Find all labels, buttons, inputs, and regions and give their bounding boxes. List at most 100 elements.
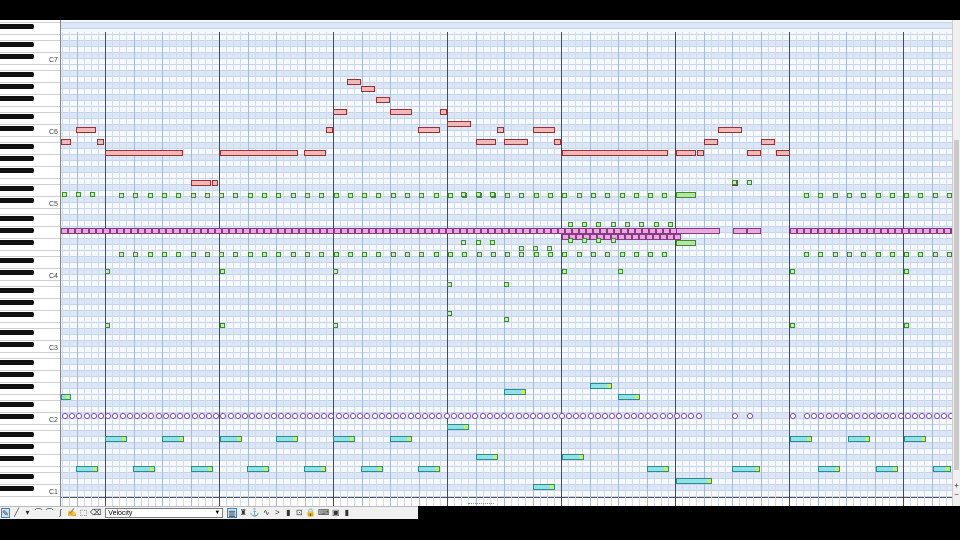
chord-note[interactable] [476,240,481,245]
chord-note[interactable] [105,269,110,274]
drum-hit[interactable] [832,413,839,419]
chord-note[interactable] [220,323,225,328]
pad-note[interactable] [285,228,292,234]
drum-hit[interactable] [868,413,875,419]
melody-note[interactable] [390,109,412,115]
pad-note[interactable] [341,228,348,234]
drum-hit[interactable] [191,413,198,419]
piano-black-key[interactable] [0,359,34,365]
chord-note[interactable] [676,192,696,198]
bass-note[interactable] [647,466,669,472]
chord-note[interactable] [304,193,310,198]
melody-note[interactable] [326,127,333,133]
chord-note[interactable] [548,252,553,257]
drum-hit[interactable] [515,413,522,419]
piano-white-key[interactable] [0,89,60,95]
pad-note[interactable] [68,228,75,234]
chord-note[interactable] [605,252,611,257]
pad-note[interactable] [930,228,937,234]
drum-hit[interactable] [840,413,846,419]
piano-white-key[interactable] [0,191,60,197]
piano-white-key[interactable] [0,161,60,167]
pad-note[interactable] [271,228,278,234]
melody-note[interactable] [376,97,390,103]
piano-black-key[interactable] [0,269,34,275]
piano-white-key[interactable] [0,317,60,323]
vertical-scroll-thumb[interactable] [954,140,959,470]
pad-note[interactable] [110,228,117,234]
drum-hit[interactable] [659,413,666,419]
chord-note[interactable] [504,317,509,322]
chord-note[interactable] [419,252,425,257]
chord-note[interactable] [932,252,938,257]
bass-note[interactable] [133,466,155,472]
drum-hit[interactable] [940,413,947,419]
piano-white-key[interactable] [0,281,60,287]
chord-note[interactable] [376,252,382,257]
chord-note[interactable] [447,193,453,198]
chord-note[interactable] [405,193,410,198]
pad-note[interactable] [909,228,916,234]
drum-hit[interactable] [162,413,169,419]
drum-hit[interactable] [170,413,176,419]
pad-note[interactable] [208,228,215,234]
chord-note[interactable] [832,252,838,257]
chord-note[interactable] [846,193,852,198]
pad-note[interactable] [334,228,341,234]
chord-note[interactable] [504,282,509,287]
chord-note[interactable] [576,193,582,198]
chord-note[interactable] [219,193,225,198]
pad-note[interactable] [376,228,383,234]
freehand-tool-icon[interactable]: ✍ [67,508,77,518]
piano-white-key[interactable] [0,251,60,257]
bass-note[interactable] [247,466,269,472]
scroll-icon[interactable]: ▮ [342,508,351,518]
chord-note[interactable] [362,193,368,198]
piano-white-key[interactable] [0,407,60,413]
piano-black-key[interactable] [0,413,34,419]
chord-note[interactable] [290,193,296,198]
piano-black-key[interactable] [0,257,34,263]
drum-hit[interactable] [119,413,126,419]
chord-note[interactable] [419,193,425,198]
pad-note[interactable] [888,228,895,234]
chord-note[interactable] [662,252,668,257]
chord-note[interactable] [219,252,225,257]
chord-note[interactable] [276,252,282,257]
drum-hit[interactable] [666,413,673,419]
chord-note[interactable] [918,193,924,198]
chord-note[interactable] [290,252,296,257]
chord-note[interactable] [133,252,139,257]
drum-hit[interactable] [98,413,104,419]
drum-hit[interactable] [90,413,97,419]
select-tool-icon[interactable]: ⬚ [79,508,88,518]
bass-note[interactable] [533,484,555,490]
piano-black-key[interactable] [0,83,34,89]
chord-note[interactable] [319,252,325,257]
melody-note[interactable] [747,150,761,156]
piano-white-key[interactable] [0,467,60,473]
lock-icon[interactable]: 🔒 [306,508,316,518]
chord-note[interactable] [519,246,524,251]
pad-note[interactable] [82,228,89,234]
chord-note[interactable] [562,269,567,274]
chord-note[interactable] [596,222,601,227]
bass-note[interactable] [732,466,760,472]
pad-note[interactable] [632,234,639,240]
bass-note[interactable] [790,436,812,442]
pad-note[interactable] [474,228,481,234]
piano-black-key[interactable] [0,113,34,119]
piano-black-key[interactable] [0,71,34,77]
chord-note[interactable] [568,222,573,227]
chord-note[interactable] [790,269,795,274]
pad-note[interactable] [292,228,299,234]
piano-white-key[interactable] [0,137,60,143]
chord-note[interactable] [433,252,439,257]
drum-hit[interactable] [912,413,918,419]
chord-note[interactable] [490,240,495,245]
drum-hit[interactable] [278,413,284,419]
pad-note[interactable] [825,228,832,234]
pad-note[interactable] [895,228,902,234]
chord-note[interactable] [161,252,167,257]
chord-note[interactable] [304,252,310,257]
